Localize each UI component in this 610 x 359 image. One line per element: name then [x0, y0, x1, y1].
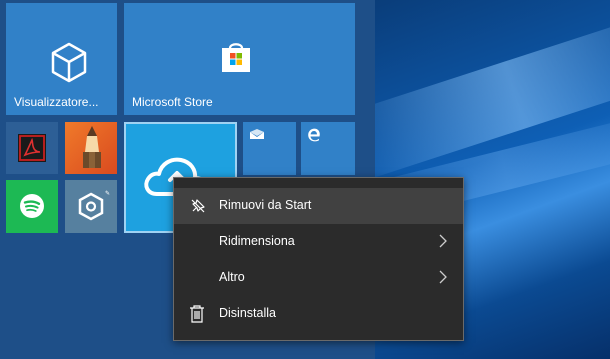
edge-icon	[308, 128, 320, 142]
chevron-right-icon	[439, 270, 447, 284]
svg-text:✎: ✎	[105, 190, 110, 197]
cube-3d-icon	[51, 42, 87, 83]
tile-sketchbook[interactable]	[65, 122, 117, 174]
tile-mail[interactable]	[243, 122, 296, 175]
menu-item-more[interactable]: Altro	[174, 260, 463, 296]
tile-microsoft-store[interactable]: Microsoft Store	[124, 3, 355, 115]
menu-item-uninstall[interactable]: Disinstalla	[174, 296, 463, 332]
hexagon-icon: ✎	[78, 190, 110, 221]
tile-label: Visualizzatore...	[14, 95, 99, 109]
pencil-icon	[83, 126, 101, 168]
tile-context-menu: Rimuovi da Start Ridimensiona Altro Disi…	[173, 177, 464, 341]
tile-label: Microsoft Store	[132, 95, 213, 109]
tile-hex-app[interactable]: ✎	[65, 180, 117, 233]
acrobat-icon	[18, 134, 46, 162]
tile-3d-viewer[interactable]: Visualizzatore...	[6, 3, 117, 115]
menu-item-resize[interactable]: Ridimensiona	[174, 224, 463, 260]
menu-item-label: Rimuovi da Start	[219, 198, 312, 212]
chevron-right-icon	[439, 234, 447, 248]
menu-item-unpin-from-start[interactable]: Rimuovi da Start	[174, 188, 463, 224]
menu-item-label: Ridimensiona	[219, 234, 295, 248]
store-bag-icon	[222, 43, 250, 72]
tile-acrobat-reader[interactable]	[6, 122, 58, 174]
menu-item-label: Disinstalla	[219, 306, 276, 320]
menu-item-label: Altro	[219, 270, 245, 284]
trash-icon	[190, 305, 204, 323]
mail-icon	[250, 129, 264, 139]
unpin-icon	[191, 199, 205, 213]
tile-spotify[interactable]	[6, 180, 58, 233]
spotify-icon	[20, 194, 44, 218]
tile-edge[interactable]	[301, 122, 355, 175]
